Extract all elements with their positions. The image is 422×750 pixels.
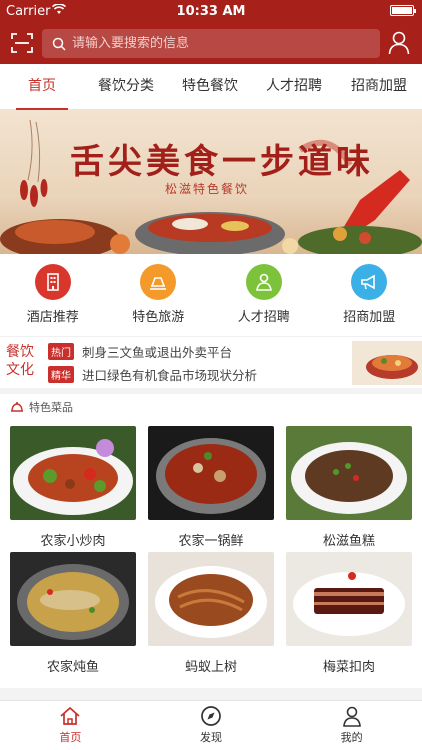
building-icon — [34, 264, 71, 300]
food-culture-logo: 餐饮 文化 — [6, 344, 34, 378]
quick-links: 酒店推荐 特色旅游 人才招聘 招商加盟 — [0, 254, 422, 330]
dish-image — [286, 552, 412, 646]
promo-banner[interactable]: 舌尖美食一步道味 松滋特色餐饮 — [0, 110, 422, 254]
dish-name: 梅菜扣肉 — [322, 660, 375, 675]
quick-link-label: 特色旅游 — [132, 310, 185, 325]
dish-image — [148, 426, 274, 520]
search-input[interactable] — [72, 36, 362, 51]
news-dish-image — [352, 341, 422, 385]
quick-link-label: 招商加盟 — [343, 310, 396, 325]
dish-image — [10, 552, 136, 646]
bottom-tab-bar: 首页 发现 我的 — [0, 700, 422, 750]
travel-icon — [140, 264, 177, 300]
dish-card[interactable]: 梅菜扣肉 — [286, 552, 412, 675]
category-tabs: 首页 餐饮分类 特色餐饮 人才招聘 招商加盟 — [0, 64, 422, 110]
section-header: 特色菜品 — [10, 399, 73, 415]
section-divider — [0, 388, 422, 394]
tab-recruitment[interactable]: 人才招聘 — [252, 64, 336, 109]
tab-dining-categories[interactable]: 餐饮分类 — [84, 64, 168, 109]
scan-icon[interactable] — [10, 31, 34, 55]
tab-franchise[interactable]: 招商加盟 — [336, 64, 422, 109]
battery-icon — [390, 5, 416, 16]
dish-card[interactable]: 农家一锅鲜 — [148, 426, 274, 549]
tab-home[interactable]: 首页 — [0, 64, 84, 110]
bottom-tab-label: 我的 — [340, 731, 363, 744]
quick-link-recruitment[interactable]: 人才招聘 — [211, 254, 317, 330]
section-title: 特色菜品 — [29, 401, 73, 414]
dish-name: 农家一锅鲜 — [178, 534, 244, 549]
news-item[interactable]: 精华 进口绿色有机食品市场现状分析 — [48, 365, 257, 383]
dish-image — [286, 426, 412, 520]
dish-card[interactable]: 农家小炒肉 — [10, 426, 136, 549]
tab-featured-dining[interactable]: 特色餐饮 — [168, 64, 252, 109]
bottom-tab-discover[interactable]: 发现 — [141, 701, 282, 750]
dish-card[interactable]: 农家炖鱼 — [10, 552, 136, 675]
bottom-divider — [0, 688, 422, 700]
quick-link-franchise[interactable]: 招商加盟 — [317, 254, 422, 330]
news-ticker: 餐饮 文化 热门 刺身三文鱼或退出外卖平台 精华 进口绿色有机食品市场现状分析 — [0, 336, 422, 388]
bottom-tab-profile[interactable]: 我的 — [281, 701, 422, 750]
banner-food-image — [0, 212, 422, 254]
dish-image — [148, 552, 274, 646]
dish-card[interactable]: 松滋鱼糕 — [286, 426, 412, 549]
dish-name: 松滋鱼糕 — [322, 534, 375, 549]
search-bar[interactable] — [42, 29, 380, 58]
quick-link-label: 酒店推荐 — [26, 310, 79, 325]
quick-link-hotels[interactable]: 酒店推荐 — [0, 254, 106, 330]
bottom-tab-label: 发现 — [200, 731, 222, 744]
news-title: 刺身三文鱼或退出外卖平台 — [82, 344, 233, 360]
bottom-tab-label: 首页 — [59, 731, 82, 744]
nav-bar — [0, 22, 422, 64]
hot-badge: 热门 — [48, 342, 74, 360]
person-icon — [245, 264, 282, 300]
dish-name: 农家炖鱼 — [46, 660, 99, 675]
compass-icon — [201, 706, 221, 726]
banner-slogan: 舌尖美食一步道味 — [70, 142, 374, 182]
search-icon — [52, 37, 66, 51]
bottom-tab-home[interactable]: 首页 — [0, 701, 141, 750]
status-bar: Carrier 10:33 AM — [0, 0, 422, 22]
news-title: 进口绿色有机食品市场现状分析 — [82, 367, 258, 383]
news-item[interactable]: 热门 刺身三文鱼或退出外卖平台 — [48, 342, 232, 360]
quick-link-travel[interactable]: 特色旅游 — [106, 254, 212, 330]
clock: 10:33 AM — [176, 3, 246, 19]
megaphone-icon — [351, 264, 388, 300]
dish-image — [10, 426, 136, 520]
home-icon — [60, 706, 80, 725]
dish-name: 农家小炒肉 — [40, 534, 106, 549]
user-icon[interactable] — [388, 31, 410, 55]
dish-name: 蚂蚁上树 — [184, 660, 237, 675]
dish-card[interactable]: 蚂蚁上树 — [148, 552, 274, 675]
quick-link-label: 人才招聘 — [237, 310, 290, 325]
dish-cover-icon — [11, 402, 23, 412]
featured-badge: 精华 — [48, 365, 74, 383]
profile-icon — [342, 706, 361, 727]
